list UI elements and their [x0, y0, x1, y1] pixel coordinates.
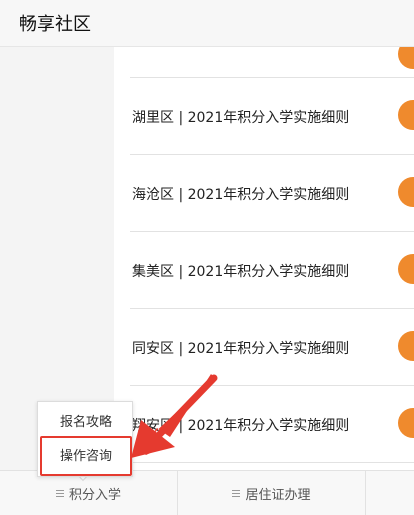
list-item-thumbnail	[398, 47, 414, 69]
list-item-thumbnail	[398, 100, 414, 130]
annotation-highlight-box	[40, 436, 132, 476]
list-item-thumbnail	[398, 254, 414, 284]
tab-more[interactable]	[366, 471, 414, 515]
list-item[interactable]: 集美区 | 2021年积分入学实施细则	[130, 232, 414, 309]
list-item[interactable]: 海沧区 | 2021年积分入学实施细则	[130, 155, 414, 232]
list-item[interactable]: 同安区 | 2021年积分入学实施细则	[130, 309, 414, 386]
top-header: 畅享社区	[0, 0, 414, 47]
list-item-title: 海沧区 | 2021年积分入学实施细则	[132, 187, 350, 203]
list-item-title: 翔安区 | 2021年积分入学实施细则	[132, 418, 350, 434]
list-item-thumbnail	[398, 408, 414, 438]
submenu-item-registration-guide[interactable]: 报名攻略	[38, 411, 134, 430]
menu-icon	[55, 490, 64, 497]
tab-points-enrollment[interactable]: 积分入学	[0, 471, 178, 515]
article-list[interactable]: 湖里区 | 2021年积分入学实施细则 海沧区 | 2021年积分入学实施细则 …	[114, 47, 414, 470]
menu-icon	[232, 490, 241, 497]
list-item-thumbnail	[398, 177, 414, 207]
list-item[interactable]	[130, 47, 414, 78]
list-item[interactable]: 湖里区 | 2021年积分入学实施细则	[130, 78, 414, 155]
list-item[interactable]: 翔安区 | 2021年积分入学实施细则	[130, 386, 414, 463]
tab-label: 居住证办理	[245, 488, 311, 503]
list-item-title: 同安区 | 2021年积分入学实施细则	[132, 341, 350, 357]
list-item-title: 集美区 | 2021年积分入学实施细则	[132, 264, 350, 280]
list-item-thumbnail	[398, 331, 414, 361]
tab-label: 积分入学	[68, 488, 121, 503]
list-item-title: 湖里区 | 2021年积分入学实施细则	[132, 110, 350, 126]
tab-residence-permit[interactable]: 居住证办理	[178, 471, 366, 515]
page-title: 畅享社区	[19, 14, 91, 35]
